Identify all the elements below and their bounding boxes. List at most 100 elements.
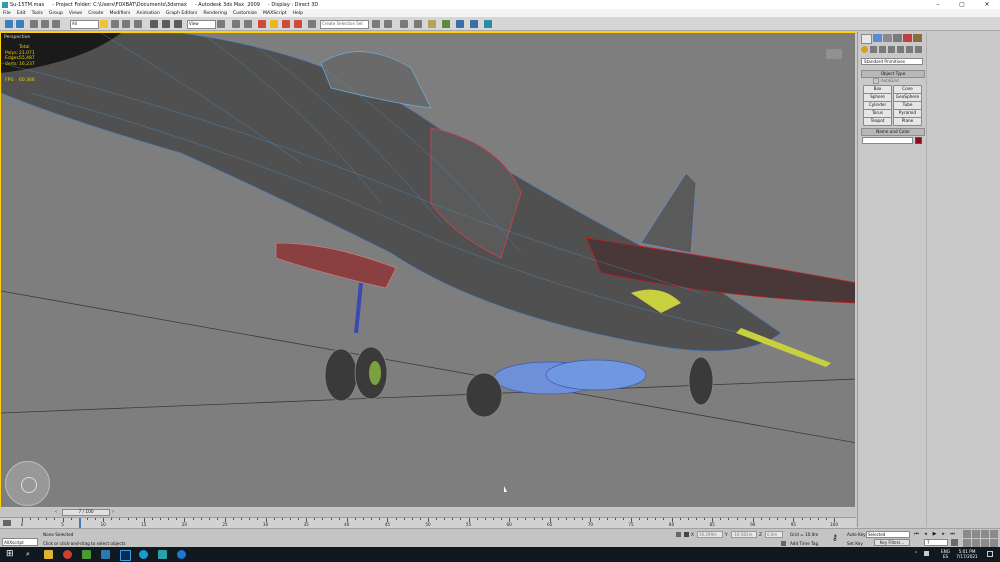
play-icon[interactable]: ▶ [931, 531, 938, 538]
primitives-dropdown[interactable]: Standard Primitives [861, 58, 923, 65]
teapot-button[interactable]: Teapot [863, 117, 892, 126]
zoom-all-icon[interactable] [972, 530, 980, 538]
angle-snap-icon[interactable] [270, 20, 278, 28]
maximize-button[interactable]: ▢ [950, 0, 974, 9]
add-time-tag[interactable]: Add Time Tag [790, 541, 818, 546]
previous-frame-icon[interactable]: ◂ [922, 531, 929, 538]
current-frame-field[interactable]: 7 [924, 539, 948, 546]
menu-create[interactable]: Create [88, 11, 103, 16]
time-slider-track[interactable]: ‹ 7 / 100 › [0, 508, 856, 517]
time-slider-prev-icon[interactable]: ‹ [55, 509, 60, 516]
key-mode-dropdown[interactable]: Selected [866, 531, 910, 538]
clock[interactable]: 5:01 PM 7/17/2021 [952, 549, 982, 559]
rect-selection-icon[interactable] [122, 20, 130, 28]
rotate-icon[interactable] [162, 20, 170, 28]
schematic-view-icon[interactable] [428, 20, 436, 28]
set-key-icon[interactable]: ⚷ [832, 533, 841, 542]
menu-animation[interactable]: Animation [136, 11, 159, 16]
align-icon[interactable] [384, 20, 392, 28]
close-button[interactable]: ✕ [975, 0, 999, 9]
chrome-icon[interactable] [63, 550, 72, 559]
3dsmax-icon[interactable] [158, 550, 167, 559]
bind-spacewarp-icon[interactable] [52, 20, 60, 28]
motion-tab-icon[interactable] [893, 34, 902, 42]
zoom-icon[interactable] [963, 530, 971, 538]
material-editor-icon[interactable] [442, 20, 450, 28]
spacewarps-icon[interactable] [906, 46, 913, 53]
zoom-extents-icon[interactable] [981, 530, 989, 538]
lock-selection-icon[interactable] [676, 532, 681, 537]
auto-key-button[interactable]: Auto Key [847, 532, 866, 537]
move-icon[interactable] [150, 20, 158, 28]
create-tab-icon[interactable] [861, 34, 872, 44]
object-type-rollout[interactable]: Object Type [861, 70, 925, 78]
select-by-name-icon[interactable] [111, 20, 119, 28]
undo-icon[interactable] [5, 20, 13, 28]
menu-file[interactable]: File [3, 11, 11, 16]
mirror-icon[interactable] [372, 20, 380, 28]
y-coord-field[interactable]: -19.581m [731, 531, 757, 538]
lights-icon[interactable] [879, 46, 886, 53]
next-frame-icon[interactable]: ▸ [940, 531, 947, 538]
object-color-swatch[interactable] [915, 137, 922, 144]
notification-icon[interactable] [987, 551, 993, 557]
percent-snap-icon[interactable] [282, 20, 290, 28]
time-slider-next-icon[interactable]: › [112, 509, 117, 516]
spinner-snap-icon[interactable] [294, 20, 302, 28]
photoshop-icon[interactable] [120, 550, 131, 561]
file-explorer-icon[interactable] [44, 550, 53, 559]
shapes-icon[interactable] [870, 46, 877, 53]
go-to-start-icon[interactable]: ⏮ [913, 531, 920, 538]
search-icon[interactable]: ⌕ [26, 550, 35, 559]
cameras-icon[interactable] [888, 46, 895, 53]
curve-editor-icon[interactable] [414, 20, 422, 28]
tray-chevron-icon[interactable]: ⌃ [914, 551, 918, 557]
x-coord-field[interactable]: 16.299m [697, 531, 723, 538]
corel-icon[interactable] [82, 550, 91, 559]
select-manipulate-icon[interactable] [232, 20, 240, 28]
menu-modifiers[interactable]: Modifiers [109, 11, 130, 16]
selection-filter-dropdown[interactable]: All [70, 20, 99, 29]
quick-render-icon[interactable] [484, 20, 492, 28]
menu-graph-editors[interactable]: Graph Editors [166, 11, 198, 16]
rendered-frame-window-icon[interactable] [470, 20, 478, 28]
network-icon[interactable] [924, 551, 929, 556]
layer-manager-icon[interactable] [400, 20, 408, 28]
edge-icon[interactable] [177, 550, 186, 559]
trackbar[interactable]: 0 5 10 15 20 25 30 35 40 45 50 55 60 65 70 75 80 85 90 95 10… [0, 517, 856, 529]
redo-icon[interactable] [16, 20, 24, 28]
maximize-viewport-icon[interactable] [990, 539, 998, 547]
display-tab-icon[interactable] [903, 34, 912, 42]
reference-coord-dropdown[interactable]: View [187, 20, 216, 29]
hierarchy-tab-icon[interactable] [883, 34, 892, 42]
select-link-icon[interactable] [30, 20, 38, 28]
keyboard-shortcut-icon[interactable] [244, 20, 252, 28]
menu-edit[interactable]: Edit [17, 11, 26, 16]
perspective-viewport[interactable]: Perspective Total Polys: 21,071 Edges: 55,… [0, 32, 856, 508]
start-icon[interactable]: ⊞ [6, 550, 15, 559]
key-filters-button[interactable]: Key Filters... [874, 539, 910, 546]
trackbar-icon[interactable] [3, 520, 11, 526]
maxscript-listener[interactable]: AllXscript [2, 538, 38, 546]
absolute-mode-icon[interactable] [684, 532, 689, 537]
object-name-field[interactable] [862, 137, 913, 144]
geometry-icon[interactable] [861, 46, 868, 53]
minimize-button[interactable]: – [926, 0, 950, 9]
z-coord-field[interactable]: 0.0m [765, 531, 783, 538]
time-tag-icon[interactable] [781, 541, 786, 546]
language-indicator[interactable]: ENG ES [941, 549, 950, 559]
viewport-label[interactable]: Perspective [4, 35, 30, 40]
render-setup-icon[interactable] [456, 20, 464, 28]
snaps-toggle-icon[interactable] [258, 20, 266, 28]
fov-icon[interactable] [963, 539, 971, 547]
edit-named-sets-icon[interactable] [308, 20, 316, 28]
window-crossing-icon[interactable] [134, 20, 142, 28]
pan-icon[interactable] [972, 539, 980, 547]
scale-icon[interactable] [174, 20, 182, 28]
plane-button[interactable]: Plane [893, 117, 922, 126]
viewcube-icon[interactable] [826, 49, 842, 59]
systems-icon[interactable] [915, 46, 922, 53]
autogrid-checkbox[interactable]: AutoGrid [873, 78, 899, 84]
set-key-button[interactable]: Set Key [847, 541, 863, 546]
go-to-end-icon[interactable]: ⏭ [949, 531, 956, 538]
